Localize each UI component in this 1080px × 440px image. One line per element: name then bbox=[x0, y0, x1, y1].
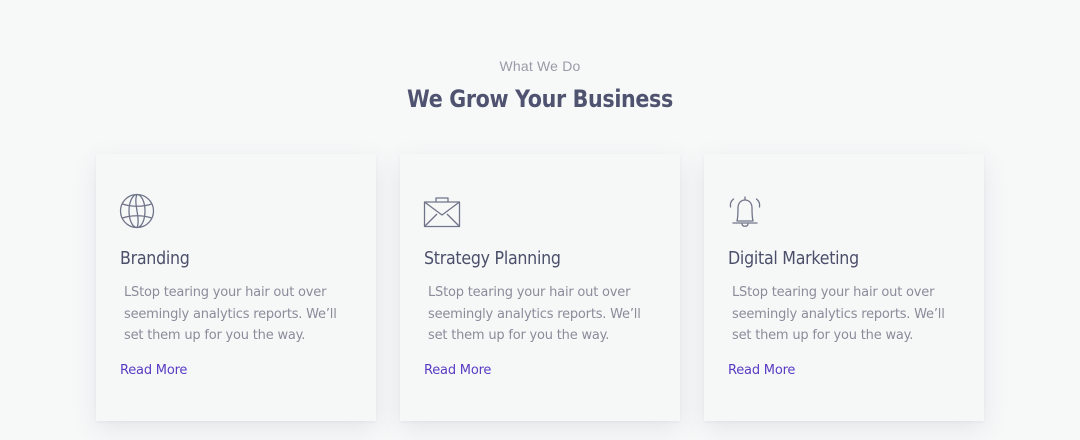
service-card-title: Digital Marketing bbox=[728, 248, 859, 269]
read-more-link[interactable]: Read More bbox=[120, 363, 187, 378]
section-eyebrow: What We Do bbox=[499, 58, 581, 74]
service-card-branding: Branding LStop tearing your hair out ove… bbox=[96, 154, 376, 421]
service-card-title: Strategy Planning bbox=[424, 248, 561, 269]
service-card-description: LStop tearing your hair out over seeming… bbox=[124, 285, 337, 343]
section-title: We Grow Your Business bbox=[407, 85, 673, 113]
service-card-description: LStop tearing your hair out over seeming… bbox=[428, 285, 641, 343]
globe-icon bbox=[119, 193, 157, 231]
service-card-digital-marketing: Digital Marketing LStop tearing your hai… bbox=[704, 154, 984, 421]
service-card-strategy-planning: Strategy Planning LStop tearing your hai… bbox=[400, 154, 680, 421]
read-more-link[interactable]: Read More bbox=[728, 363, 795, 378]
read-more-link[interactable]: Read More bbox=[424, 363, 491, 378]
services-card-list: Branding LStop tearing your hair out ove… bbox=[96, 154, 984, 421]
service-card-description: LStop tearing your hair out over seeming… bbox=[732, 285, 945, 343]
service-card-title: Branding bbox=[120, 248, 190, 269]
bell-icon bbox=[727, 193, 765, 231]
briefcase-icon bbox=[423, 193, 461, 231]
